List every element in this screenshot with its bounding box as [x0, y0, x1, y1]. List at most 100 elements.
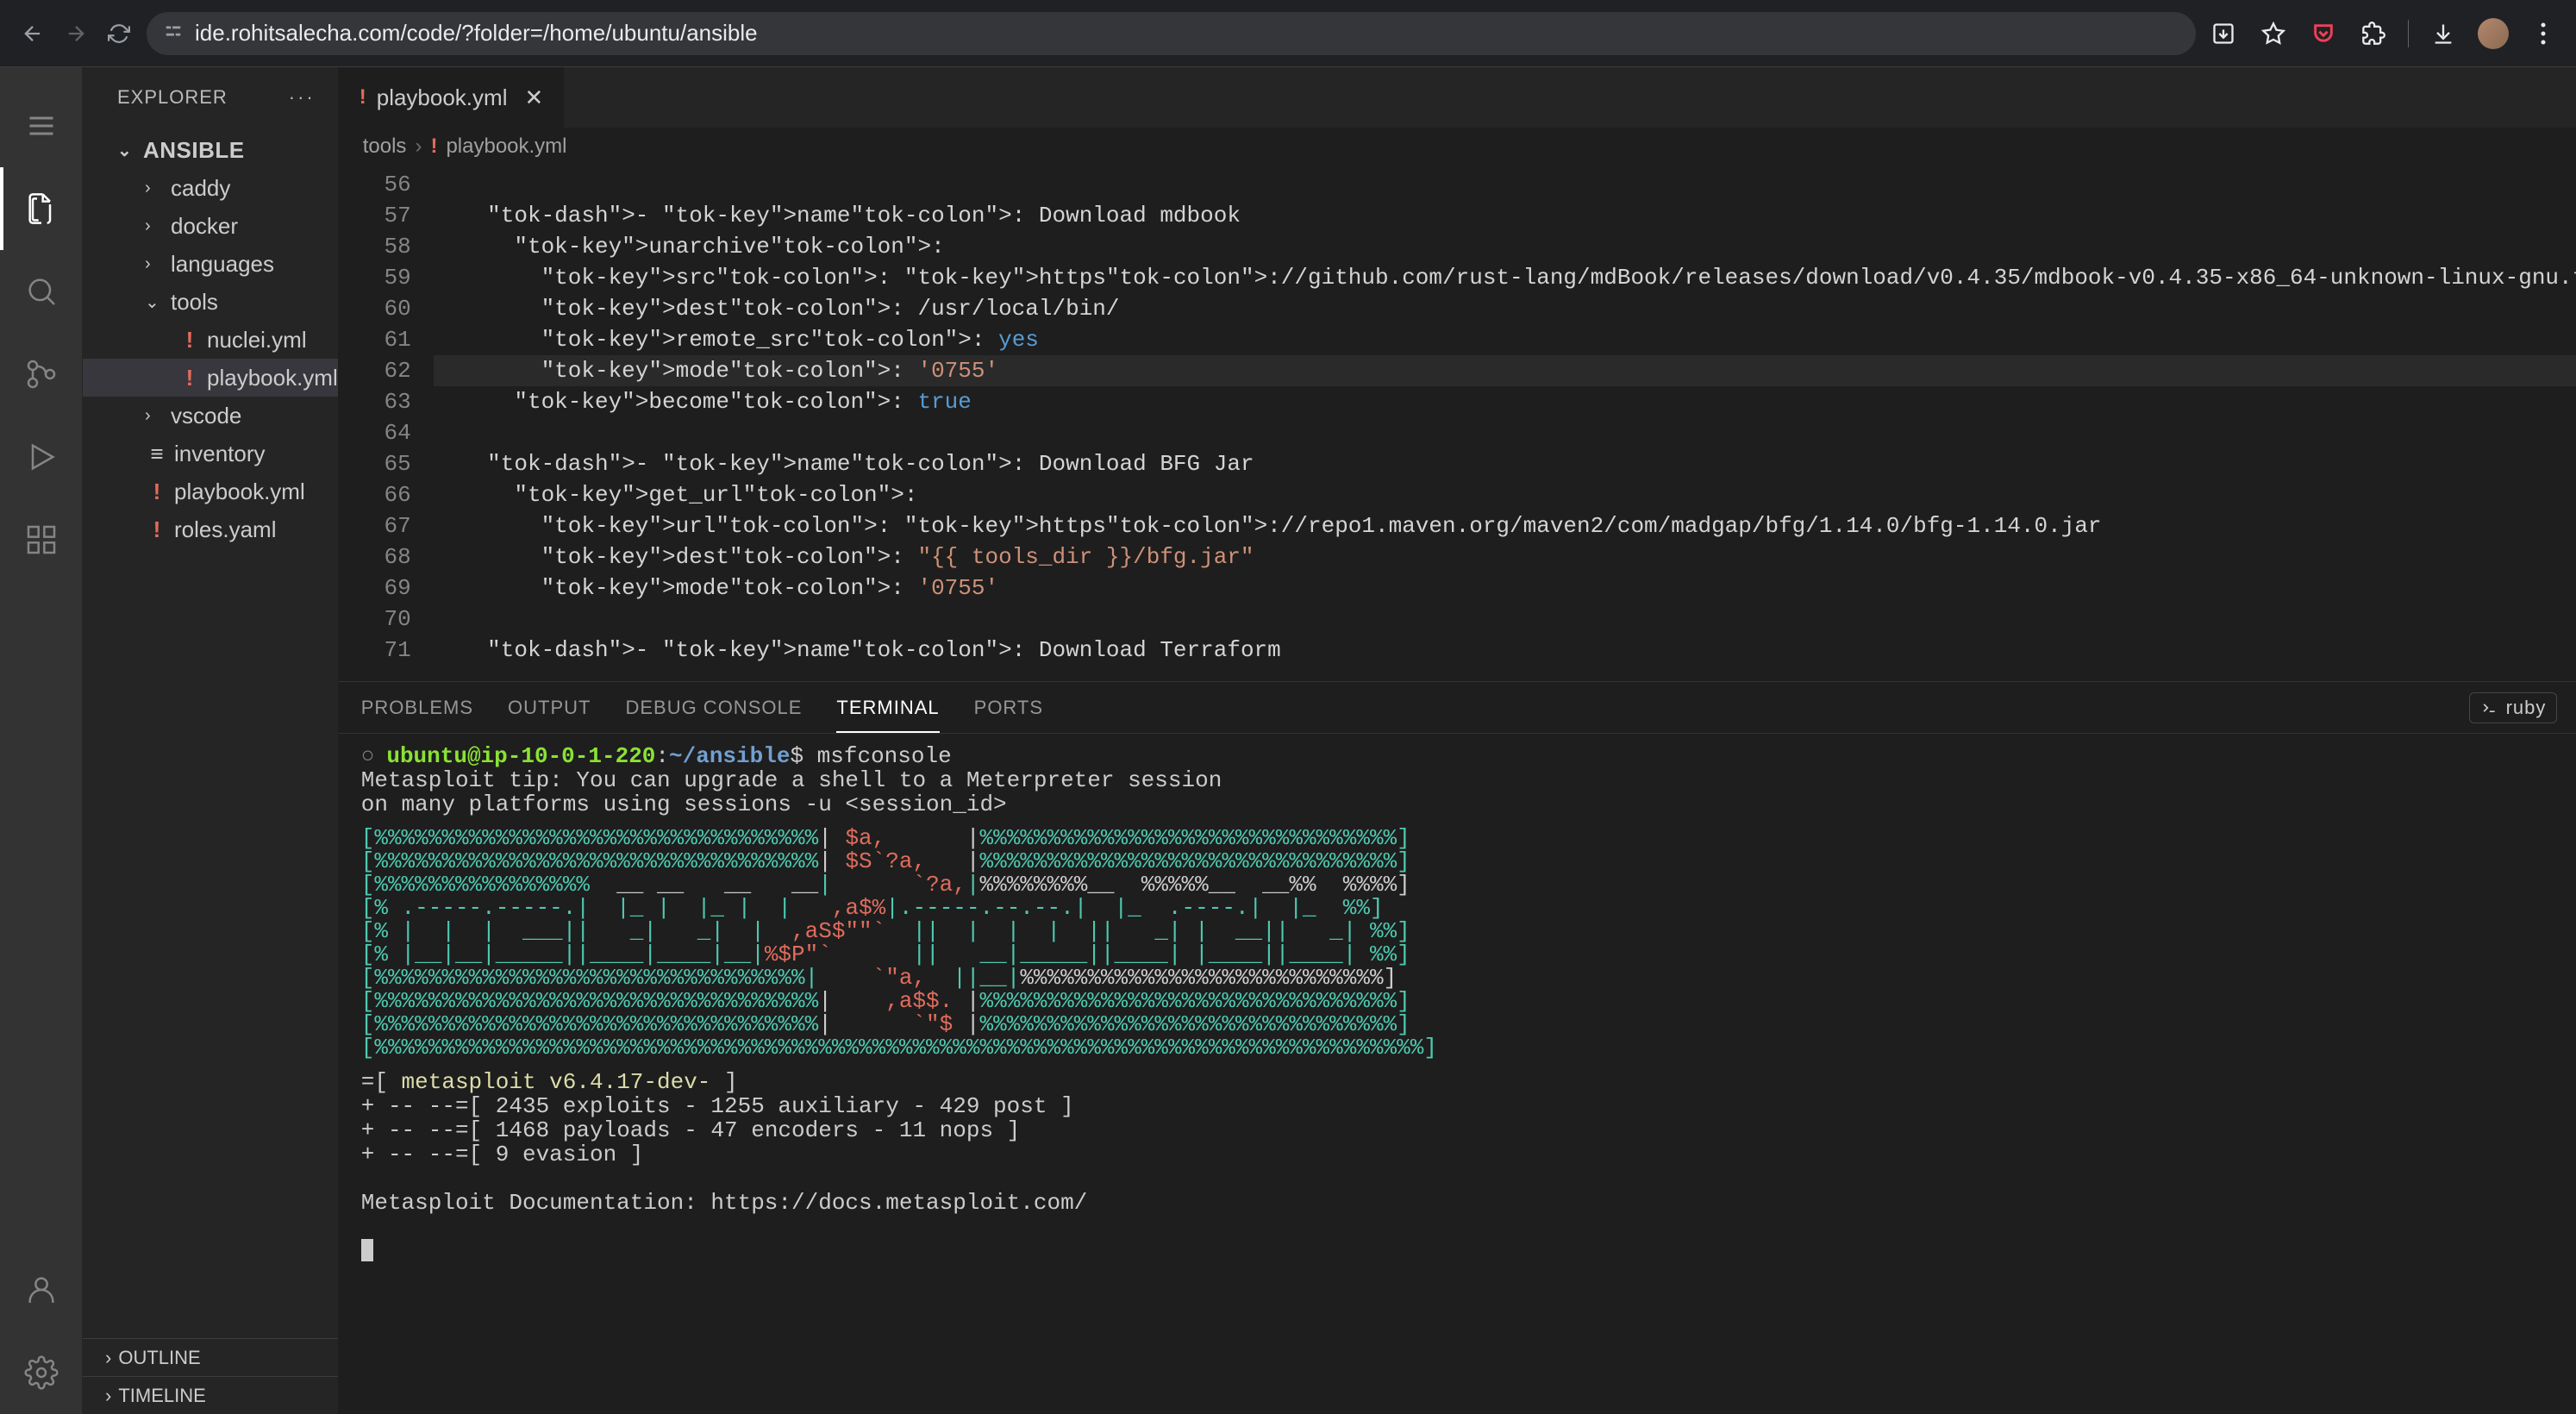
- close-tab-icon[interactable]: ✕: [524, 84, 543, 111]
- terminal-docs-line: Metasploit Documentation: https://docs.m…: [361, 1191, 2576, 1215]
- tab-terminal[interactable]: TERMINAL: [836, 697, 939, 733]
- file-label: roles.yaml: [174, 516, 276, 543]
- editor-area: ! playbook.yml ✕ ··· tools › ! playbook.…: [339, 67, 2576, 1414]
- terminal-cursor: [361, 1239, 373, 1261]
- terminal-content[interactable]: ○ubuntu@ip-10-0-1-220:~/ansible$ msfcons…: [339, 734, 2576, 1414]
- folder-languages[interactable]: › languages: [83, 245, 338, 283]
- chevron-right-icon: ›: [145, 178, 166, 198]
- folder-docker[interactable]: › docker: [83, 207, 338, 245]
- folder-caddy[interactable]: › caddy: [83, 169, 338, 207]
- extensions-icon[interactable]: [2358, 18, 2389, 49]
- site-settings-icon[interactable]: [164, 22, 183, 46]
- yaml-file-icon: !: [360, 85, 366, 109]
- file-nuclei[interactable]: ! nuclei.yml: [83, 321, 338, 359]
- chevron-down-icon: ⌄: [145, 291, 166, 313]
- text-file-icon: ≡: [145, 441, 169, 467]
- folder-tools[interactable]: ⌄ tools: [83, 283, 338, 321]
- outline-section[interactable]: › OUTLINE: [83, 1338, 338, 1376]
- settings-gear-icon[interactable]: [0, 1331, 83, 1414]
- sidebar-header: EXPLORER ···: [83, 67, 338, 128]
- folder-label: caddy: [171, 175, 230, 202]
- terminal-stat-line: + -- --=[ 2435 exploits - 1255 auxiliary…: [361, 1094, 2576, 1118]
- panel-tabs: PROBLEMS OUTPUT DEBUG CONSOLE TERMINAL P…: [339, 682, 2576, 734]
- timeline-section[interactable]: › TIMELINE: [83, 1376, 338, 1414]
- code-editor[interactable]: 56575859606162636465666768697071 "tok-da…: [339, 166, 2576, 681]
- yaml-file-icon: !: [430, 135, 437, 159]
- chevron-right-icon: ›: [105, 1385, 111, 1407]
- search-icon[interactable]: [0, 250, 83, 333]
- bookmark-icon[interactable]: [2258, 18, 2289, 49]
- explorer-sidebar: EXPLORER ··· ⌄ ANSIBLE › caddy › docker …: [83, 67, 339, 1414]
- folder-label: languages: [171, 251, 274, 278]
- breadcrumb-seg[interactable]: playbook.yml: [446, 135, 566, 159]
- terminal-stat-line: + -- --=[ 1468 payloads - 47 encoders - …: [361, 1118, 2576, 1142]
- breadcrumb[interactable]: tools › ! playbook.yml: [339, 128, 2576, 166]
- file-playbook-tools[interactable]: ! playbook.yml: [83, 359, 338, 397]
- editor-tabs: ! playbook.yml ✕ ···: [339, 67, 2576, 128]
- metasploit-banner: [%%%%%%%%%%%%%%%%%%%%%%%%%%%%%%%%%| $a, …: [361, 827, 2576, 1060]
- yaml-file-icon: !: [145, 516, 169, 543]
- browser-menu-icon[interactable]: [2528, 18, 2559, 49]
- nav-reload-button[interactable]: [103, 18, 134, 49]
- code-content[interactable]: "tok-dash">- "tok-key">name"tok-colon">:…: [434, 166, 2576, 681]
- terminal-tip: Metasploit tip: You can upgrade a shell …: [361, 768, 1241, 816]
- browser-actions: [2208, 18, 2559, 49]
- nav-back-button[interactable]: [17, 18, 48, 49]
- breadcrumb-seg[interactable]: tools: [363, 135, 407, 159]
- folder-label: docker: [171, 213, 238, 240]
- file-label: playbook.yml: [207, 365, 338, 391]
- chevron-right-icon: ›: [415, 135, 422, 159]
- source-control-icon[interactable]: [0, 333, 83, 416]
- chevron-right-icon: ›: [145, 254, 166, 274]
- file-label: nuclei.yml: [207, 327, 307, 354]
- tab-playbook[interactable]: ! playbook.yml ✕: [339, 67, 566, 128]
- terminal-lang-label: ruby: [2506, 697, 2547, 719]
- terminal-stat-line: + -- --=[ 9 evasion ]: [361, 1142, 2576, 1167]
- browser-toolbar: ide.rohitsalecha.com/code/?folder=/home/…: [0, 0, 2576, 67]
- chevron-down-icon: ⌄: [117, 140, 138, 161]
- file-tree: ⌄ ANSIBLE › caddy › docker › languages ⌄…: [83, 128, 338, 1338]
- url-text: ide.rohitsalecha.com/code/?folder=/home/…: [195, 20, 758, 47]
- panel-actions: ruby ＋ ⌄ ··· ✕: [2469, 692, 2576, 723]
- tree-root[interactable]: ⌄ ANSIBLE: [83, 131, 338, 169]
- tab-output[interactable]: OUTPUT: [508, 697, 591, 719]
- folder-label: vscode: [171, 403, 241, 429]
- outline-label: OUTLINE: [118, 1347, 200, 1369]
- tab-ports[interactable]: PORTS: [974, 697, 1043, 719]
- url-bar[interactable]: ide.rohitsalecha.com/code/?folder=/home/…: [147, 12, 2196, 55]
- file-playbook[interactable]: ! playbook.yml: [83, 472, 338, 510]
- pocket-icon[interactable]: [2308, 18, 2339, 49]
- yaml-file-icon: !: [178, 327, 202, 354]
- downloads-icon[interactable]: [2428, 18, 2459, 49]
- file-inventory[interactable]: ≡ inventory: [83, 435, 338, 472]
- sidebar-footer: › OUTLINE › TIMELINE: [83, 1338, 338, 1414]
- timeline-label: TIMELINE: [118, 1385, 205, 1407]
- terminal-command: msfconsole: [817, 743, 952, 769]
- folder-label: tools: [171, 289, 218, 316]
- yaml-file-icon: !: [178, 365, 202, 391]
- folder-vscode[interactable]: › vscode: [83, 397, 338, 435]
- tree-root-label: ANSIBLE: [143, 137, 245, 164]
- tab-problems[interactable]: PROBLEMS: [361, 697, 473, 719]
- tab-label: playbook.yml: [377, 84, 508, 111]
- sidebar-title: EXPLORER: [117, 86, 228, 109]
- file-roles[interactable]: ! roles.yaml: [83, 510, 338, 548]
- yaml-file-icon: !: [145, 479, 169, 505]
- explorer-icon[interactable]: [0, 167, 83, 250]
- terminal-stat-line: =[ metasploit v6.4.17-dev- ]: [361, 1070, 2576, 1094]
- accounts-icon[interactable]: [0, 1248, 83, 1331]
- file-label: playbook.yml: [174, 479, 305, 505]
- terminal-prompt: ○ubuntu@ip-10-0-1-220:~/ansible$ msfcons…: [361, 744, 2576, 768]
- tab-debug-console[interactable]: DEBUG CONSOLE: [625, 697, 802, 719]
- menu-icon[interactable]: [0, 84, 83, 167]
- sidebar-more-icon[interactable]: ···: [289, 86, 316, 109]
- chevron-right-icon: ›: [145, 406, 166, 426]
- nav-forward-button[interactable]: [60, 18, 91, 49]
- bottom-panel: PROBLEMS OUTPUT DEBUG CONSOLE TERMINAL P…: [339, 681, 2576, 1414]
- file-label: inventory: [174, 441, 266, 467]
- profile-avatar[interactable]: [2478, 18, 2509, 49]
- install-app-icon[interactable]: [2208, 18, 2239, 49]
- extensions-view-icon[interactable]: [0, 498, 83, 581]
- terminal-profile-button[interactable]: ruby: [2469, 692, 2558, 723]
- run-debug-icon[interactable]: [0, 416, 83, 498]
